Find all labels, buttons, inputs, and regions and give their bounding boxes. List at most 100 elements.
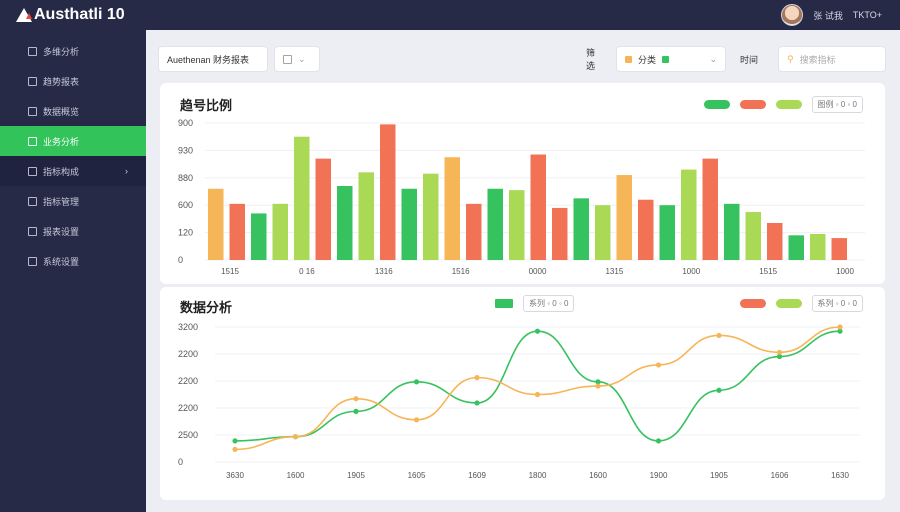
x-tick-label: 3630 <box>226 471 244 480</box>
y-tick-label: 120 <box>178 228 193 238</box>
x-tick-label: 1900 <box>650 471 668 480</box>
sidebar-item-0[interactable]: 多维分析 <box>0 36 146 66</box>
user-name[interactable]: 张 试我 <box>813 9 843 22</box>
bar[interactable] <box>702 158 718 260</box>
x-tick-label: 1630 <box>831 471 849 480</box>
bar[interactable] <box>595 205 611 260</box>
composition-icon <box>28 166 37 176</box>
search-placeholder: 搜索指标 <box>799 54 836 65</box>
sidebar-item-3[interactable]: 业务分析 <box>0 126 146 156</box>
bar[interactable] <box>315 158 331 260</box>
y-tick-label: 900 <box>178 118 193 128</box>
overview-icon <box>28 106 37 116</box>
bar[interactable] <box>509 190 525 260</box>
category-label: 分类 <box>638 54 657 65</box>
bar[interactable] <box>401 188 417 260</box>
data-point[interactable] <box>716 387 722 393</box>
series-line-orange[interactable] <box>234 326 841 451</box>
y-tick-label: 930 <box>178 145 193 155</box>
data-point[interactable] <box>595 383 601 389</box>
line-chart: 0 2500 2200 2200 2200 3200 3630 1600 1905 1605 160… <box>178 322 860 480</box>
bar[interactable] <box>272 203 288 260</box>
view-select[interactable]: ⌄ <box>274 46 320 72</box>
bar[interactable] <box>745 212 761 260</box>
sidebar-item-6[interactable]: 报表设置 <box>0 216 146 246</box>
bar[interactable] <box>337 186 353 260</box>
dataset-select[interactable]: Auethenan 财务报表 <box>158 46 268 72</box>
data-point[interactable] <box>353 408 359 414</box>
x-tick-label: 1516 <box>452 267 470 276</box>
data-point[interactable] <box>413 417 420 423</box>
data-point[interactable] <box>534 328 541 334</box>
trend-icon <box>28 76 37 86</box>
x-tick-label: 1905 <box>347 471 365 480</box>
report-icon <box>28 226 37 236</box>
bar[interactable] <box>251 213 267 260</box>
bar[interactable] <box>294 136 310 260</box>
x-tick-label: 0000 <box>529 267 547 276</box>
sidebar-item-7[interactable]: 系统设置 <box>0 246 146 276</box>
bar[interactable] <box>208 188 224 260</box>
bar[interactable] <box>423 173 439 260</box>
bar[interactable] <box>767 223 783 260</box>
bar[interactable] <box>444 157 460 260</box>
avatar[interactable] <box>781 4 804 26</box>
x-tick-label: 1000 <box>682 267 700 276</box>
bar[interactable] <box>466 203 482 260</box>
data-point[interactable] <box>534 391 541 398</box>
bar[interactable] <box>831 238 847 260</box>
bar[interactable] <box>380 124 396 260</box>
data-point[interactable] <box>292 434 299 440</box>
sidebar-item-label: 数据概览 <box>43 106 80 117</box>
data-point[interactable] <box>232 438 238 444</box>
search-input[interactable]: ⚲ 搜索指标 <box>778 46 886 72</box>
bar[interactable] <box>229 203 245 260</box>
bar[interactable] <box>616 175 632 260</box>
app-title: Austhatli 10 <box>34 6 125 23</box>
series-line-green[interactable] <box>234 330 841 442</box>
app-logo[interactable]: Austhatli 10 <box>16 6 125 24</box>
x-tick-label: 1609 <box>468 471 486 480</box>
bar[interactable] <box>724 203 740 260</box>
bar[interactable] <box>552 207 568 260</box>
data-point[interactable] <box>474 400 480 406</box>
category-select[interactable]: 分类 ⌄ <box>616 46 726 72</box>
bar[interactable] <box>659 205 675 260</box>
y-tick-label: 3200 <box>178 322 198 332</box>
sidebar-item-4[interactable]: 指标构成 › <box>0 156 146 186</box>
data-point[interactable] <box>353 396 359 402</box>
sidebar-item-label: 报表设置 <box>43 226 80 237</box>
time-toggle[interactable]: 时间 <box>732 46 772 72</box>
user-role: TKTO+ <box>852 10 882 20</box>
sidebar-item-5[interactable]: 指标管理 <box>0 186 146 216</box>
data-point[interactable] <box>655 362 662 368</box>
bar[interactable] <box>788 235 804 260</box>
bar[interactable] <box>487 188 503 260</box>
x-tick-label: 1600 <box>589 471 607 480</box>
sidebar-item-2[interactable]: 数据概览 <box>0 96 146 126</box>
data-point[interactable] <box>655 438 662 444</box>
bar-chart: 0 120 600 880 930 900 1515 0 16 1316 1516 0000 1315… <box>178 118 865 276</box>
bar[interactable] <box>358 172 374 260</box>
x-tick-label: 1605 <box>408 471 426 480</box>
sidebar-item-1[interactable]: 趋势报表 <box>0 66 146 96</box>
bar[interactable] <box>530 154 546 260</box>
filter-toggle[interactable]: 筛选 <box>578 46 608 72</box>
data-point[interactable] <box>413 379 420 385</box>
data-point[interactable] <box>716 332 722 339</box>
y-tick-label: 2500 <box>178 430 198 440</box>
bar[interactable] <box>810 233 826 260</box>
data-point[interactable] <box>837 324 843 330</box>
data-point[interactable] <box>776 349 783 355</box>
data-point[interactable] <box>232 446 238 452</box>
search-icon: ⚲ <box>787 53 794 64</box>
metric-icon <box>28 196 37 206</box>
chevron-right-icon: › <box>125 166 128 176</box>
sidebar-item-label: 业务分析 <box>43 136 80 147</box>
bar[interactable] <box>638 199 654 260</box>
category-icon <box>625 55 632 63</box>
data-point[interactable] <box>474 375 480 381</box>
bar[interactable] <box>573 198 589 260</box>
bar[interactable] <box>681 169 697 260</box>
y-tick-label: 600 <box>178 200 193 210</box>
